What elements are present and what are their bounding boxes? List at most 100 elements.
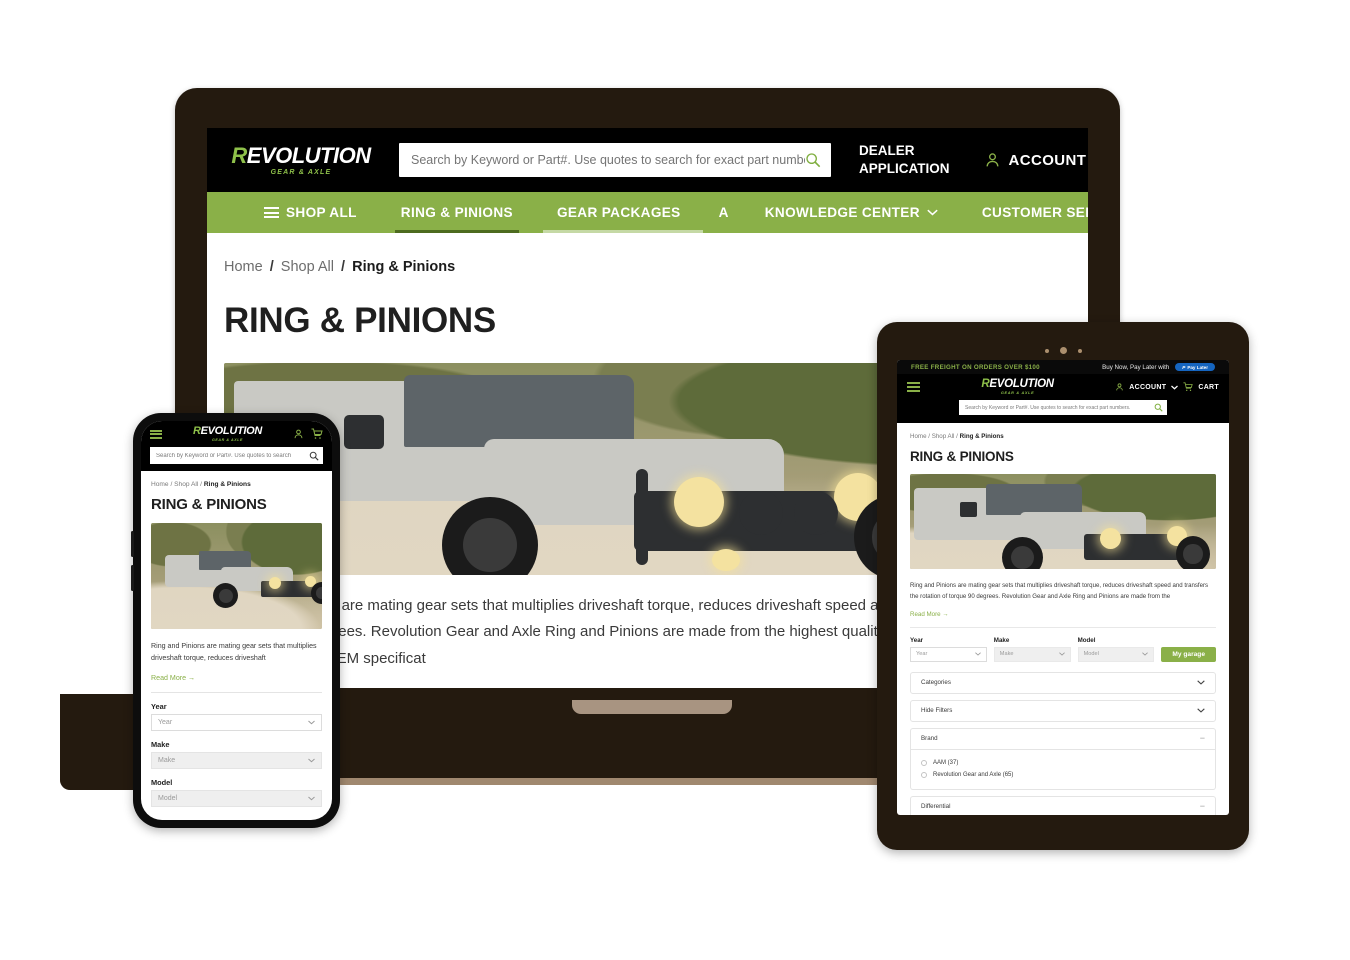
breadcrumb-shop-all[interactable]: Shop All (281, 259, 334, 275)
account-menu[interactable]: ACCOUNT (984, 151, 1089, 169)
hero-image (910, 474, 1216, 569)
year-select[interactable]: Year (910, 646, 987, 662)
accordion-categories[interactable]: Categories (910, 671, 1216, 694)
vehicle-selector: Year Year Make Make Model Model My garag… (897, 628, 1229, 662)
model-label: Model (1077, 636, 1096, 644)
chevron-down-icon (927, 209, 938, 216)
laptop-base-notch (572, 700, 732, 714)
user-icon[interactable] (293, 428, 304, 440)
free-freight-text: FREE FREIGHT ON ORDERS OVER $100 (911, 363, 1040, 371)
site-logo[interactable]: REVOLUTION GEAR & AXLE (920, 377, 1115, 395)
breadcrumb-separator: / (269, 259, 274, 275)
tablet-screen: FREE FREIGHT ON ORDERS OVER $100 Buy Now… (897, 360, 1229, 815)
nav-item-ring-pinions[interactable]: RING & PINIONS (379, 192, 535, 233)
accordion-brand-body: AAM (37) Revolution Gear and Axle (65) (910, 749, 1216, 790)
search-bar[interactable]: Search by Keyword or Part#. Use quotes t… (959, 400, 1167, 415)
phone-header: REVOLUTION GEAR & AXLE (141, 421, 332, 447)
make-select[interactable]: Make (151, 751, 322, 769)
accordion-differential[interactable]: Differential − (910, 795, 1216, 815)
year-label: Year (151, 701, 167, 711)
search-icon[interactable] (805, 152, 821, 168)
logo-wordmark: EVOLUTION (989, 377, 1054, 390)
paypal-mark-icon: P (1182, 364, 1186, 370)
filter-option-aam[interactable]: AAM (37) (921, 757, 1205, 769)
cart-icon[interactable] (1183, 382, 1194, 392)
hamburger-icon (264, 207, 279, 218)
hamburger-icon[interactable] (150, 429, 162, 439)
nav-item-truncated-label: A (718, 205, 729, 220)
site-logo[interactable]: REVOLUTION GEAR & AXLE (162, 425, 293, 443)
accordion-hide-filters-label: Hide Filters (921, 707, 953, 715)
user-icon[interactable] (1115, 382, 1124, 392)
search-bar[interactable]: Search by Keyword or Part#. Use quotes t… (150, 447, 323, 464)
filter-option-revolution[interactable]: Revolution Gear and Axle (65) (921, 769, 1205, 781)
nav-item-shop-all-label: SHOP ALL (286, 205, 357, 220)
account-label: ACCOUNT (1008, 151, 1087, 169)
model-select[interactable]: Model (151, 789, 322, 807)
year-select[interactable]: Year (151, 713, 322, 731)
cart-icon[interactable] (311, 428, 323, 440)
chevron-down-icon[interactable] (1171, 385, 1179, 390)
nav-item-truncated[interactable]: A (703, 192, 735, 233)
breadcrumb-shop-all[interactable]: Shop All (174, 481, 198, 488)
volume-up-button[interactable] (131, 531, 134, 557)
accordion-brand[interactable]: Brand − (910, 727, 1216, 750)
accordion-differential-label: Differential (921, 803, 951, 811)
site-logo[interactable]: REVOLUTION GEAR & AXLE (225, 142, 377, 176)
breadcrumb-current: Ring & Pinions (959, 433, 1004, 440)
nav-item-knowledge-center[interactable]: KNOWLEDGE CENTER (743, 192, 960, 233)
chevron-down-icon (1142, 652, 1149, 656)
tablet-camera-array (877, 347, 1249, 354)
make-select[interactable]: Make (993, 646, 1071, 662)
page-title: RING & PINIONS (151, 496, 267, 513)
breadcrumb-separator: / (928, 433, 930, 440)
paypal-pay-later-badge[interactable]: P Pay Later (1175, 363, 1215, 371)
hero-vehicle (914, 482, 1210, 569)
breadcrumb: Home / Shop All / Ring & Pinions (897, 423, 1229, 440)
breadcrumb-separator: / (170, 481, 173, 488)
account-label[interactable]: ACCOUNT (1129, 384, 1166, 391)
buy-now-pay-later: Buy Now, Pay Later with P Pay Later (1102, 363, 1215, 371)
chevron-down-icon (1058, 652, 1065, 656)
dealer-application-link[interactable]: DEALER APPLICATION (859, 142, 950, 178)
nav-item-customer-service[interactable]: CUSTOMER SERVICE (960, 192, 1088, 233)
search-icon[interactable] (1154, 403, 1163, 412)
breadcrumb-home[interactable]: Home (224, 259, 263, 275)
chevron-down-icon (308, 796, 315, 801)
nav-item-gear-packages[interactable]: GEAR PACKAGES (535, 192, 703, 233)
search-input[interactable] (411, 153, 805, 167)
year-select-value: Year (158, 718, 173, 726)
model-select[interactable]: Model (1077, 646, 1155, 662)
cart-label[interactable]: CART (1198, 384, 1219, 391)
breadcrumb-separator: / (341, 259, 346, 275)
hamburger-icon[interactable] (907, 382, 920, 392)
checkbox-icon[interactable] (921, 771, 927, 778)
read-more-link[interactable]: Read More → (141, 665, 332, 682)
year-label: Year (910, 636, 924, 644)
search-input[interactable]: Search by Keyword or Part#. Use quotes t… (156, 453, 309, 459)
accordion-categories-label: Categories (921, 679, 951, 687)
chevron-down-icon (308, 758, 315, 763)
buy-now-pay-later-text: Buy Now, Pay Later with (1102, 363, 1170, 371)
model-select-value: Model (158, 794, 178, 802)
accordion-hide-filters[interactable]: Hide Filters (910, 699, 1216, 722)
search-bar[interactable] (399, 143, 831, 177)
make-select-value: Make (999, 651, 1014, 658)
logo-r-mark: R (192, 425, 201, 437)
read-more-link[interactable]: Read More → (897, 603, 1229, 618)
logo-wordmark: EVOLUTION (246, 142, 371, 168)
nav-item-shop-all[interactable]: SHOP ALL (242, 192, 379, 233)
logo-r-mark: R (231, 142, 247, 168)
volume-down-button[interactable] (131, 565, 134, 591)
breadcrumb-home[interactable]: Home (910, 433, 927, 440)
search-input[interactable]: Search by Keyword or Part#. Use quotes t… (965, 405, 1154, 411)
checkbox-icon[interactable] (921, 759, 927, 766)
search-icon[interactable] (309, 451, 319, 461)
hero-scene (151, 523, 322, 629)
breadcrumb-home[interactable]: Home (151, 481, 169, 488)
my-garage-button[interactable]: My garage (1161, 646, 1217, 662)
tablet-header: REVOLUTION GEAR & AXLE ACCOUNT CART (897, 374, 1229, 400)
breadcrumb-current: Ring & Pinions (352, 259, 456, 275)
chevron-down-icon (1197, 680, 1205, 685)
breadcrumb-shop-all[interactable]: Shop All (932, 433, 955, 440)
